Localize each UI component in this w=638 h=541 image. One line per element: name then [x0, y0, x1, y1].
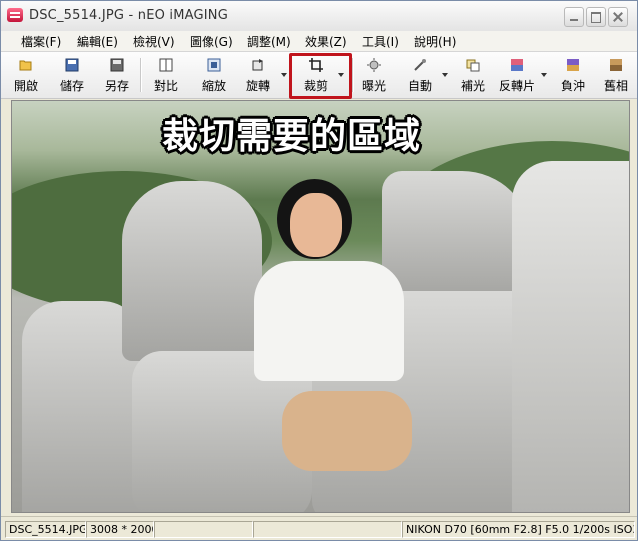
toolbar-separator	[352, 58, 354, 92]
folder-open-icon	[19, 60, 32, 71]
compare-icon	[159, 58, 173, 72]
auto-button[interactable]: 自動	[401, 55, 439, 95]
status-bar: DSC_5514.JPG 3008 * 2000 NIKON D70 [60mm…	[1, 516, 637, 540]
old-photo-icon	[610, 59, 622, 71]
menu-help[interactable]: 說明(H)	[414, 33, 456, 50]
film-dropdown-arrow[interactable]	[541, 73, 547, 77]
status-exif: NIKON D70 [60mm F2.8] F5.0 1/200s ISO320	[402, 521, 635, 538]
minimize-button[interactable]	[564, 7, 584, 27]
menu-bar: 檔案(F) 編輯(E) 檢視(V) 圖像(G) 調整(M) 效果(Z) 工具(I…	[1, 31, 637, 51]
menu-file[interactable]: 檔案(F)	[21, 33, 61, 50]
save-button[interactable]: 儲存	[53, 55, 91, 95]
menu-image[interactable]: 圖像(G)	[190, 33, 233, 50]
open-button[interactable]: 開啟	[7, 55, 45, 95]
window-title: DSC_5514.JPG - nEO iMAGING	[29, 8, 228, 23]
fill-light-label: 補光	[460, 79, 485, 93]
cross-process-label: 負沖	[560, 79, 585, 93]
auto-dropdown-arrow[interactable]	[442, 73, 448, 77]
auto-enhance-icon	[414, 59, 426, 71]
menu-tools[interactable]: 工具(I)	[362, 33, 399, 50]
girl-legs	[282, 391, 412, 471]
save-label: 儲存	[59, 79, 84, 93]
old-photo-button[interactable]: 舊相	[597, 55, 635, 95]
toolbar-separator	[140, 58, 142, 92]
exposure-label: 曝光	[361, 79, 386, 93]
compare-label: 對比	[153, 79, 178, 93]
status-filename: DSC_5514.JPG	[5, 521, 86, 538]
status-empty-cell	[154, 521, 253, 538]
status-empty-cell	[253, 521, 402, 538]
statue	[382, 171, 532, 301]
old-photo-label: 舊相	[603, 79, 628, 93]
app-icon[interactable]	[7, 8, 23, 22]
resize-label: 縮放	[201, 79, 226, 93]
fill-light-button[interactable]: 補光	[454, 55, 492, 95]
resize-icon	[207, 58, 221, 72]
floppy-disk-icon	[65, 58, 79, 72]
status-dimensions: 3008 * 2000	[86, 521, 154, 538]
reversal-film-button[interactable]: 反轉片	[496, 55, 538, 95]
menu-effects[interactable]: 效果(Z)	[305, 33, 347, 50]
app-window: DSC_5514.JPG - nEO iMAGING 檔案(F) 編輯(E) 檢…	[0, 0, 638, 541]
statue	[122, 181, 262, 361]
crop-highlight-frame	[289, 53, 352, 99]
girl-shirt	[254, 261, 404, 381]
girl-face	[290, 193, 342, 257]
compare-button[interactable]: 對比	[147, 55, 185, 95]
menu-view[interactable]: 檢視(V)	[133, 33, 175, 50]
rotate-icon	[252, 59, 263, 71]
open-label: 開啟	[13, 79, 38, 93]
auto-label: 自動	[407, 79, 432, 93]
save-as-button[interactable]: 另存	[98, 55, 136, 95]
close-button[interactable]	[608, 7, 628, 27]
title-bar[interactable]: DSC_5514.JPG - nEO iMAGING	[1, 1, 637, 32]
rotate-label: 旋轉	[245, 79, 270, 93]
photo-caption: 裁切需要的區域	[162, 116, 422, 157]
menu-edit[interactable]: 編輯(E)	[77, 33, 118, 50]
reversal-film-label: 反轉片	[498, 79, 535, 93]
image-canvas[interactable]: 裁切需要的區域	[11, 100, 630, 513]
cross-process-button[interactable]: 負沖	[554, 55, 592, 95]
exposure-button[interactable]: 曝光	[355, 55, 393, 95]
menu-adjust[interactable]: 調整(M)	[247, 33, 291, 50]
rotate-dropdown-arrow[interactable]	[281, 73, 287, 77]
statue	[512, 161, 629, 512]
fill-light-icon	[466, 59, 480, 72]
exposure-icon	[367, 58, 381, 72]
rotate-button[interactable]: 旋轉	[239, 55, 277, 95]
resize-button[interactable]: 縮放	[195, 55, 233, 95]
save-as-icon	[110, 58, 124, 72]
maximize-button[interactable]	[586, 7, 606, 27]
save-as-label: 另存	[104, 79, 129, 93]
reversal-film-icon	[511, 59, 523, 71]
cross-process-icon	[567, 59, 579, 71]
